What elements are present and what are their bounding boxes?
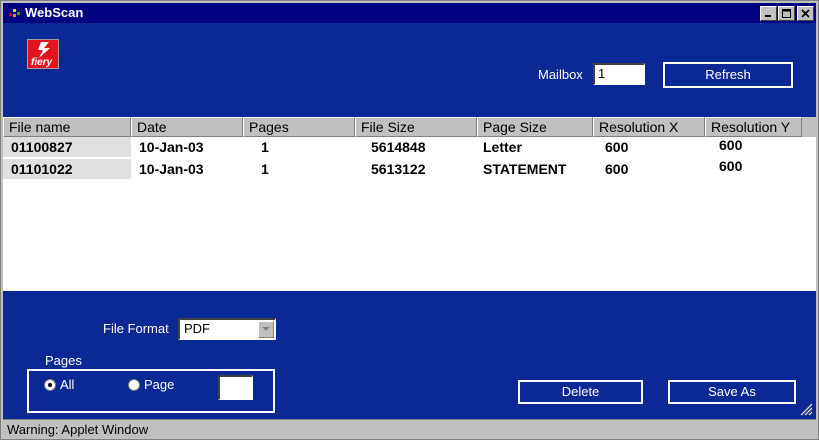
cell-resolution-x: 600: [605, 139, 629, 155]
column-header-pages[interactable]: Pages: [243, 117, 355, 137]
webscan-window: WebScan fiery Mailbox 1 Refresh File nam…: [0, 0, 819, 440]
column-header-resolution-x[interactable]: Resolution X: [593, 117, 705, 137]
cell-page-size: STATEMENT: [483, 161, 567, 177]
cell-resolution-x: 600: [605, 161, 629, 177]
column-header-file-size[interactable]: File Size: [355, 117, 477, 137]
logo-text: fiery: [31, 57, 53, 68]
file-format-dropdown-button[interactable]: [258, 321, 274, 338]
title-bar[interactable]: WebScan: [3, 3, 816, 23]
close-button[interactable]: [797, 6, 814, 21]
table-row[interactable]: 01100827 10-Jan-03 1 5614848 Letter 600 …: [3, 137, 816, 157]
table-header: File name Date Pages File Size Page Size…: [3, 117, 816, 137]
footer-panel: File Format PDF Pages All Page Delete Sa…: [3, 291, 816, 419]
refresh-button[interactable]: Refresh: [663, 62, 793, 88]
column-header-page-size[interactable]: Page Size: [477, 117, 593, 137]
window-controls: [759, 6, 814, 21]
page-number-input[interactable]: [218, 375, 253, 400]
mailbox-input[interactable]: 1: [593, 63, 645, 85]
cell-resolution-y: 600: [719, 158, 743, 174]
fiery-logo: fiery: [27, 39, 59, 69]
minimize-icon: [765, 15, 771, 17]
cell-file-size: 5614848: [371, 139, 426, 155]
resize-grip-icon[interactable]: [799, 402, 813, 416]
cell-file-name: 01100827: [3, 137, 131, 157]
scrollbar-corner: [802, 117, 816, 137]
minimize-button[interactable]: [760, 6, 777, 21]
file-table: File name Date Pages File Size Page Size…: [3, 117, 816, 291]
radio-page-label[interactable]: Page: [144, 377, 174, 392]
radio-all[interactable]: [44, 379, 56, 391]
column-header-file-name[interactable]: File name: [3, 117, 131, 137]
file-format-value: PDF: [184, 321, 210, 336]
cell-date: 10-Jan-03: [139, 139, 204, 155]
file-format-select[interactable]: PDF: [178, 318, 276, 340]
file-format-label: File Format: [103, 321, 169, 336]
pages-legend: Pages: [37, 353, 90, 368]
table-row[interactable]: 01101022 10-Jan-03 1 5613122 STATEMENT 6…: [3, 158, 816, 179]
status-bar: Warning: Applet Window: [3, 419, 816, 439]
maximize-icon: [782, 9, 791, 18]
cell-page-size: Letter: [483, 139, 522, 155]
cell-resolution-y: 600: [719, 137, 743, 153]
cell-file-size: 5613122: [371, 161, 426, 177]
cell-date: 10-Jan-03: [139, 161, 204, 177]
delete-button[interactable]: Delete: [518, 380, 643, 404]
maximize-button[interactable]: [778, 6, 795, 21]
chevron-down-icon: [262, 327, 270, 331]
column-header-date[interactable]: Date: [131, 117, 243, 137]
header-panel: fiery Mailbox 1 Refresh: [3, 23, 816, 117]
window-title: WebScan: [25, 5, 84, 20]
cell-pages: 1: [261, 161, 269, 177]
save-as-button[interactable]: Save As: [668, 380, 796, 404]
radio-all-label[interactable]: All: [60, 377, 74, 392]
cell-file-name: 01101022: [3, 159, 131, 179]
mailbox-label: Mailbox: [538, 67, 583, 82]
close-icon: [801, 9, 810, 18]
java-applet-icon: [9, 9, 20, 17]
column-header-resolution-y[interactable]: Resolution Y: [705, 117, 802, 137]
radio-page[interactable]: [128, 379, 140, 391]
cell-pages: 1: [261, 139, 269, 155]
